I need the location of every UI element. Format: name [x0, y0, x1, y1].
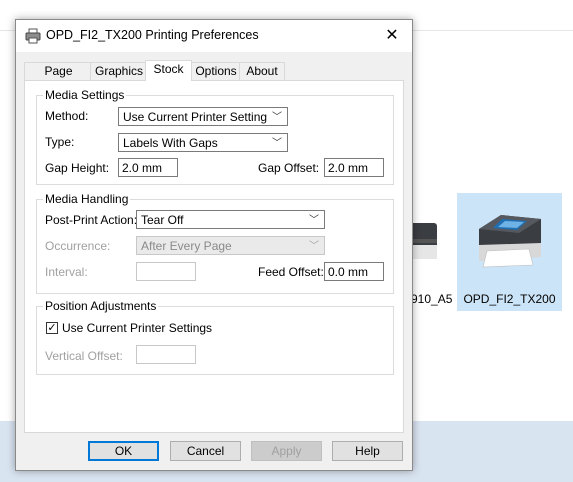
cancel-button[interactable]: Cancel [170, 441, 241, 461]
chevron-down-icon: ﹀ [309, 215, 319, 226]
interval-label: Interval: [45, 265, 88, 279]
apply-button[interactable]: Apply [251, 441, 322, 461]
method-label: Method: [45, 109, 89, 123]
tab-graphics[interactable]: Graphics [90, 62, 147, 80]
vertical-offset-input[interactable] [136, 345, 196, 364]
position-adjustments-group: Position Adjustments ✓ Use Current Print… [36, 299, 394, 375]
tab-options[interactable]: Options [190, 62, 242, 80]
occurrence-label: Occurrence: [45, 239, 111, 253]
gap-offset-input[interactable]: 2.0 mm [324, 158, 384, 177]
media-settings-group: Media Settings Method: Use Current Print… [36, 88, 394, 185]
post-print-action-select[interactable]: Tear Off ﹀ [136, 210, 325, 229]
vertical-offset-label: Vertical Offset: [45, 349, 123, 363]
printer-icon [25, 28, 41, 44]
ok-button[interactable]: OK [88, 441, 159, 461]
printer-device-tile-selected[interactable]: OPD_FI2_TX200 [457, 193, 562, 311]
gap-height-label: Gap Height: [45, 161, 110, 175]
type-label: Type: [45, 135, 75, 149]
title-bar: OPD_FI2_TX200 Printing Preferences ✕ [16, 20, 412, 52]
post-print-action-value: Tear Off [141, 213, 184, 227]
type-value: Labels With Gaps [123, 136, 218, 150]
gap-height-input[interactable]: 2.0 mm [118, 158, 178, 177]
printer-device-icon [469, 209, 549, 269]
explorer-divider [415, 415, 573, 421]
method-value: Use Current Printer Setting [123, 110, 268, 124]
chevron-down-icon: ﹀ [309, 241, 319, 252]
tab-stock[interactable]: Stock [145, 60, 192, 81]
occurrence-select[interactable]: After Every Page ﹀ [136, 236, 325, 255]
use-current-printer-settings-checkbox[interactable]: ✓ [46, 322, 58, 334]
stock-tab-panel: Media Settings Method: Use Current Print… [24, 80, 404, 433]
printer-device-label[interactable]: 910_A5 [411, 292, 452, 306]
position-adjustments-title: Position Adjustments [43, 299, 159, 313]
use-current-printer-settings-label[interactable]: Use Current Printer Settings [62, 321, 212, 335]
media-handling-group: Media Handling Post-Print Action: Tear O… [36, 192, 394, 294]
media-handling-title: Media Handling [43, 192, 131, 206]
gap-offset-label: Gap Offset: [258, 161, 320, 175]
help-button[interactable]: Help [332, 441, 403, 461]
printer-device-icon[interactable] [411, 215, 439, 265]
chevron-down-icon: ﹀ [272, 112, 282, 123]
occurrence-value: After Every Page [141, 239, 232, 253]
printing-preferences-dialog: OPD_FI2_TX200 Printing Preferences ✕ Pag… [15, 19, 413, 471]
feed-offset-input[interactable]: 0.0 mm [324, 262, 384, 281]
tab-about[interactable]: About [239, 62, 285, 80]
interval-input[interactable] [136, 262, 196, 281]
media-settings-title: Media Settings [43, 88, 127, 102]
close-button[interactable]: ✕ [372, 20, 412, 52]
dialog-title: OPD_FI2_TX200 Printing Preferences [46, 28, 259, 42]
post-print-action-label: Post-Print Action: [45, 213, 138, 227]
printer-device-label: OPD_FI2_TX200 [463, 292, 556, 306]
chevron-down-icon: ﹀ [272, 138, 282, 149]
method-select[interactable]: Use Current Printer Setting ﹀ [118, 107, 288, 126]
tab-page-setup[interactable]: Page Setup [24, 62, 93, 95]
type-select[interactable]: Labels With Gaps ﹀ [118, 133, 288, 152]
feed-offset-label: Feed Offset: [258, 265, 324, 279]
close-icon: ✕ [385, 27, 399, 44]
checkmark-icon: ✓ [47, 322, 57, 334]
